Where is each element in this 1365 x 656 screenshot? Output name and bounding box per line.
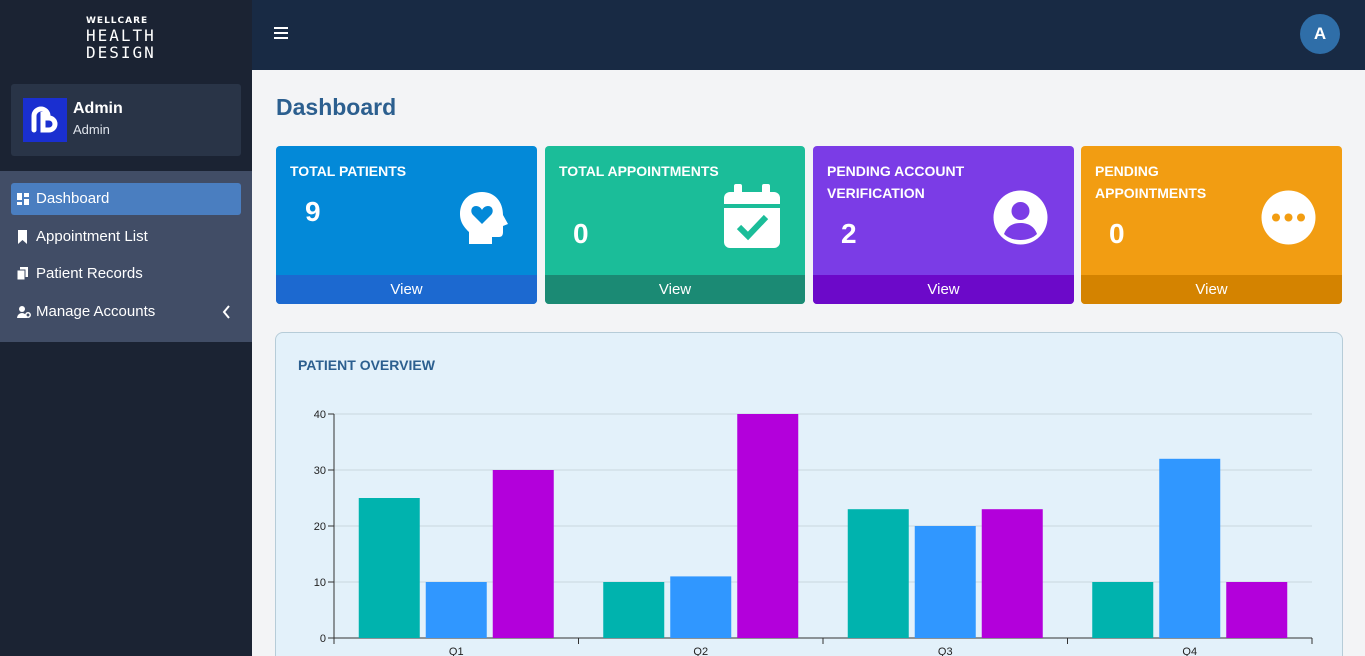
- y-tick-label: 0: [320, 633, 326, 645]
- patient-overview-panel: 0 10 20 30 40 Q1 Q2 Q3 Q4 PATIENT OVERVIEW: [275, 332, 1343, 656]
- chart-bar: [981, 509, 1043, 638]
- stat-card-total-patients: TOTAL PATIENTS 9 View: [276, 146, 537, 304]
- user-name: Admin: [73, 100, 123, 117]
- x-tick-label: Q4: [1182, 646, 1197, 656]
- card-label: TOTAL APPOINTMENTS: [559, 163, 719, 179]
- chevron-left-icon[interactable]: [222, 305, 231, 323]
- hamburger-menu-icon[interactable]: [274, 27, 290, 41]
- sidebar-item-label: Dashboard: [36, 190, 110, 207]
- sidebar: WELLCARE HEALTH DESIGN Admin Admin Dashb…: [0, 0, 252, 656]
- users-cog-icon: [17, 305, 31, 319]
- sidebar-nav: Dashboard Appointment List Patient Recor…: [0, 171, 252, 342]
- user-avatar: [23, 98, 67, 142]
- y-tick-label: 20: [314, 521, 326, 533]
- x-tick-label: Q1: [449, 646, 464, 656]
- chart-bar: [1092, 582, 1154, 638]
- chart-bar: [1226, 582, 1288, 638]
- chart-bar: [670, 576, 732, 638]
- sidebar-item-appointment-list[interactable]: Appointment List: [11, 221, 241, 253]
- card-view-link[interactable]: View: [813, 275, 1074, 304]
- topbar: A: [252, 0, 1365, 70]
- patient-overview-chart: 0 10 20 30 40 Q1 Q2 Q3 Q4: [314, 409, 1313, 656]
- copy-icon: [16, 267, 29, 281]
- chart-bar: [847, 509, 909, 638]
- stat-card-total-appointments: TOTAL APPOINTMENTS 0 View: [545, 146, 805, 304]
- stat-card-pending-verification: PENDING ACCOUNT VERIFICATION 2 View: [813, 146, 1074, 304]
- stat-card-pending-appointments: PENDING APPOINTMENTS 0 View: [1081, 146, 1342, 304]
- card-value: 9: [305, 196, 321, 227]
- y-tick-label: 10: [314, 577, 326, 589]
- brand-line3: DESIGN: [86, 43, 156, 62]
- chart-bar: [492, 470, 554, 638]
- chart-bar: [914, 526, 976, 638]
- user-card: Admin Admin: [11, 84, 241, 156]
- card-label: PENDING APPOINTMENTS: [1095, 163, 1207, 201]
- brand-logo[interactable]: WELLCARE HEALTH DESIGN: [86, 16, 168, 61]
- card-view-link[interactable]: View: [545, 275, 805, 304]
- chart-bar: [425, 582, 487, 638]
- sidebar-item-manage-accounts[interactable]: Manage Accounts: [11, 296, 241, 328]
- chart-bar: [1159, 458, 1221, 638]
- sidebar-item-dashboard[interactable]: Dashboard: [11, 183, 241, 215]
- panel-title: PATIENT OVERVIEW: [298, 357, 435, 373]
- chart-bar: [737, 414, 799, 638]
- card-value: 0: [1109, 218, 1125, 249]
- card-view-link[interactable]: View: [1081, 275, 1342, 304]
- card-label: TOTAL PATIENTS: [290, 163, 407, 179]
- y-tick-label: 30: [314, 465, 326, 477]
- calendar-check-icon: [722, 184, 782, 254]
- ellipsis-circle-icon: [1261, 190, 1316, 249]
- page-title: Dashboard: [276, 94, 397, 120]
- sidebar-item-label: Manage Accounts: [36, 303, 156, 320]
- head-heart-icon: [458, 190, 510, 250]
- sidebar-item-label: Patient Records: [36, 265, 143, 282]
- x-tick-label: Q3: [938, 646, 953, 656]
- brand-line2: HEALTH: [86, 26, 156, 45]
- sidebar-item-label: Appointment List: [36, 228, 148, 245]
- card-value: 2: [841, 218, 857, 249]
- user-avatar-button[interactable]: A: [1300, 14, 1340, 54]
- card-view-link[interactable]: View: [276, 275, 537, 304]
- sidebar-item-patient-records[interactable]: Patient Records: [11, 258, 241, 290]
- chart-bar: [358, 498, 420, 638]
- card-value: 0: [573, 218, 589, 249]
- chart-bar: [603, 582, 665, 638]
- y-tick-label: 40: [314, 409, 326, 421]
- dashboard-icon: [17, 192, 29, 206]
- user-circle-icon: [993, 190, 1048, 249]
- x-tick-label: Q2: [693, 646, 708, 656]
- bookmark-icon: [17, 230, 29, 244]
- user-role: Admin: [73, 122, 110, 137]
